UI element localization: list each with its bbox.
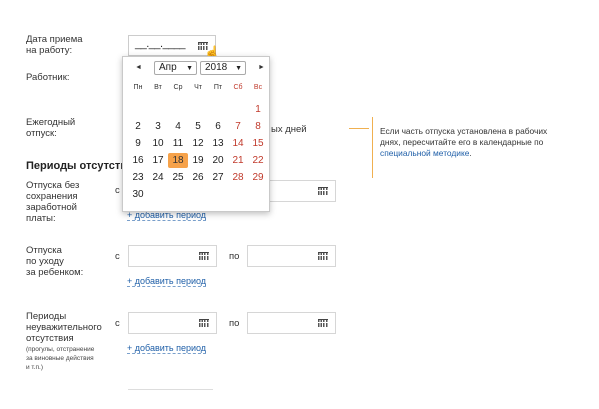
divider <box>128 389 213 390</box>
calendar-day[interactable]: 30 <box>128 187 148 202</box>
hire-date-label-line1: Дата приема <box>26 34 83 45</box>
absence-add-period-link[interactable]: + добавить период <box>127 343 207 354</box>
employee-label: Работник: <box>26 72 70 83</box>
tooltip-connector <box>349 128 369 129</box>
calendar-icon[interactable] <box>318 319 328 327</box>
calendar-day[interactable]: 17 <box>148 153 168 168</box>
absence-to-field[interactable] <box>247 312 336 334</box>
weekday-header: Вс <box>253 84 263 91</box>
month-select-value: Апр <box>159 62 177 73</box>
chevron-down-icon: ▼ <box>186 65 193 72</box>
weekday-header: Чт <box>194 84 202 91</box>
calendar-day[interactable]: 20 <box>208 153 228 168</box>
vacation-label-line2: отпуск: <box>26 128 57 139</box>
unpaid-line: Отпуска без <box>26 180 80 191</box>
month-select[interactable]: Апр ▼ <box>154 61 197 75</box>
calendar-day[interactable]: 27 <box>208 170 228 185</box>
calendar-day[interactable]: 1 <box>248 102 268 117</box>
absence-note-line: за виновные действия <box>26 355 94 362</box>
hire-date-mask: __.__.____ <box>135 38 186 50</box>
childcare-label: Отпуска по уходу за ребенком: <box>26 245 83 278</box>
calendar-day[interactable]: 21 <box>228 153 248 168</box>
calendar-icon[interactable] <box>199 319 209 327</box>
calendar-day[interactable]: 7 <box>228 119 248 134</box>
unpaid-line: платы: <box>26 213 56 224</box>
childcare-add-period-text[interactable]: + добавить период <box>127 276 207 287</box>
absence-note-line: и т.п.) <box>26 364 43 371</box>
absence-note-line: (прогулы, отстранение <box>26 346 95 353</box>
calendar-day[interactable]: 2 <box>128 119 148 134</box>
unpaid-line: заработной <box>26 202 77 213</box>
unpaid-line: сохранения <box>26 191 78 202</box>
vacation-label: Ежегодный отпуск: <box>26 117 75 139</box>
childcare-from-field[interactable] <box>128 245 217 267</box>
calendar-day[interactable]: 25 <box>168 170 188 185</box>
childcare-line: за ребенком: <box>26 267 84 278</box>
weekday-header: Пт <box>213 84 223 91</box>
calendar-icon[interactable] <box>318 252 328 260</box>
hire-date-label: Дата приема на работу: <box>26 34 83 56</box>
childcare-add-period-link[interactable]: + добавить период <box>127 276 207 287</box>
calendar-day[interactable]: 5 <box>188 119 208 134</box>
weekday-header: Ср <box>173 84 183 91</box>
tooltip-text: Если часть отпуска установлена в рабочих… <box>380 126 550 159</box>
calendar-day[interactable]: 15 <box>248 136 268 151</box>
absence-from-label: с <box>115 318 120 329</box>
hire-date-label-line2: на работу: <box>26 45 73 56</box>
absence-line: отсутствия <box>26 333 74 344</box>
vacation-days-suffix: ых дней <box>271 124 307 135</box>
vacation-label-line1: Ежегодный <box>26 117 76 128</box>
tooltip-bar <box>372 117 373 178</box>
tooltip-method-link[interactable]: специальной методике <box>380 148 469 158</box>
weekday-header: Вт <box>154 84 162 91</box>
tooltip-text-end: . <box>469 148 472 158</box>
year-select-value: 2018 <box>205 62 228 73</box>
calendar-day-today[interactable]: 18 <box>168 153 188 168</box>
childcare-from-label: с <box>115 251 120 262</box>
childcare-to-label: по <box>229 251 240 262</box>
calendar-day[interactable]: 19 <box>188 153 208 168</box>
calendar-day[interactable]: 6 <box>208 119 228 134</box>
calendar-icon[interactable] <box>199 252 209 260</box>
weekday-header: Сб <box>233 84 243 91</box>
year-select[interactable]: 2018 ▼ <box>200 61 246 75</box>
childcare-line: Отпуска <box>26 245 62 256</box>
calendar-day[interactable]: 26 <box>188 170 208 185</box>
calendar-day[interactable]: 24 <box>148 170 168 185</box>
calendar-day[interactable]: 3 <box>148 119 168 134</box>
calendar-day[interactable]: 16 <box>128 153 148 168</box>
next-month-arrow-icon[interactable]: ► <box>258 64 265 71</box>
calendar-day[interactable]: 28 <box>228 170 248 185</box>
absence-label: Периоды неуважительного отсутствия <box>26 311 102 344</box>
calendar-day[interactable]: 22 <box>248 153 268 168</box>
chevron-down-icon: ▼ <box>235 65 242 72</box>
childcare-line: по уходу <box>26 256 64 267</box>
calendar-day[interactable]: 4 <box>168 119 188 134</box>
absence-line: неуважительного <box>26 322 102 333</box>
absence-line: Периоды <box>26 311 67 322</box>
calendar-icon[interactable] <box>318 187 328 195</box>
tooltip-text-part: Если часть отпуска установлена в рабочих… <box>380 126 548 147</box>
absence-to-label: по <box>229 318 240 329</box>
prev-month-arrow-icon[interactable]: ◄ <box>135 64 142 71</box>
childcare-to-field[interactable] <box>247 245 336 267</box>
calendar-day[interactable]: 10 <box>148 136 168 151</box>
calendar-day[interactable]: 11 <box>168 136 188 151</box>
calendar-day[interactable]: 14 <box>228 136 248 151</box>
unpaid-from-label: с <box>115 185 120 196</box>
absence-note: (прогулы, отстранение за виновные действ… <box>26 345 94 372</box>
absence-from-field[interactable] <box>128 312 217 334</box>
calendar-day[interactable]: 13 <box>208 136 228 151</box>
calendar-day[interactable]: 23 <box>128 170 148 185</box>
calendar-day[interactable]: 12 <box>188 136 208 151</box>
calendar-day[interactable]: 8 <box>248 119 268 134</box>
calendar-popup: ◄ Апр ▼ 2018 ▼ ► Пн Вт Ср Чт Пт Сб Вс 1234567891… <box>122 56 270 212</box>
calendar-day[interactable]: 29 <box>248 170 268 185</box>
section-title: Периоды отсутстви <box>26 160 134 172</box>
calendar-day[interactable]: 9 <box>128 136 148 151</box>
unpaid-leave-label: Отпуска без сохранения заработной платы: <box>26 180 79 224</box>
hire-date-input[interactable]: __.__.____ <box>128 35 216 56</box>
weekday-header: Пн <box>133 84 143 91</box>
absence-add-period-text[interactable]: + добавить период <box>127 343 207 354</box>
